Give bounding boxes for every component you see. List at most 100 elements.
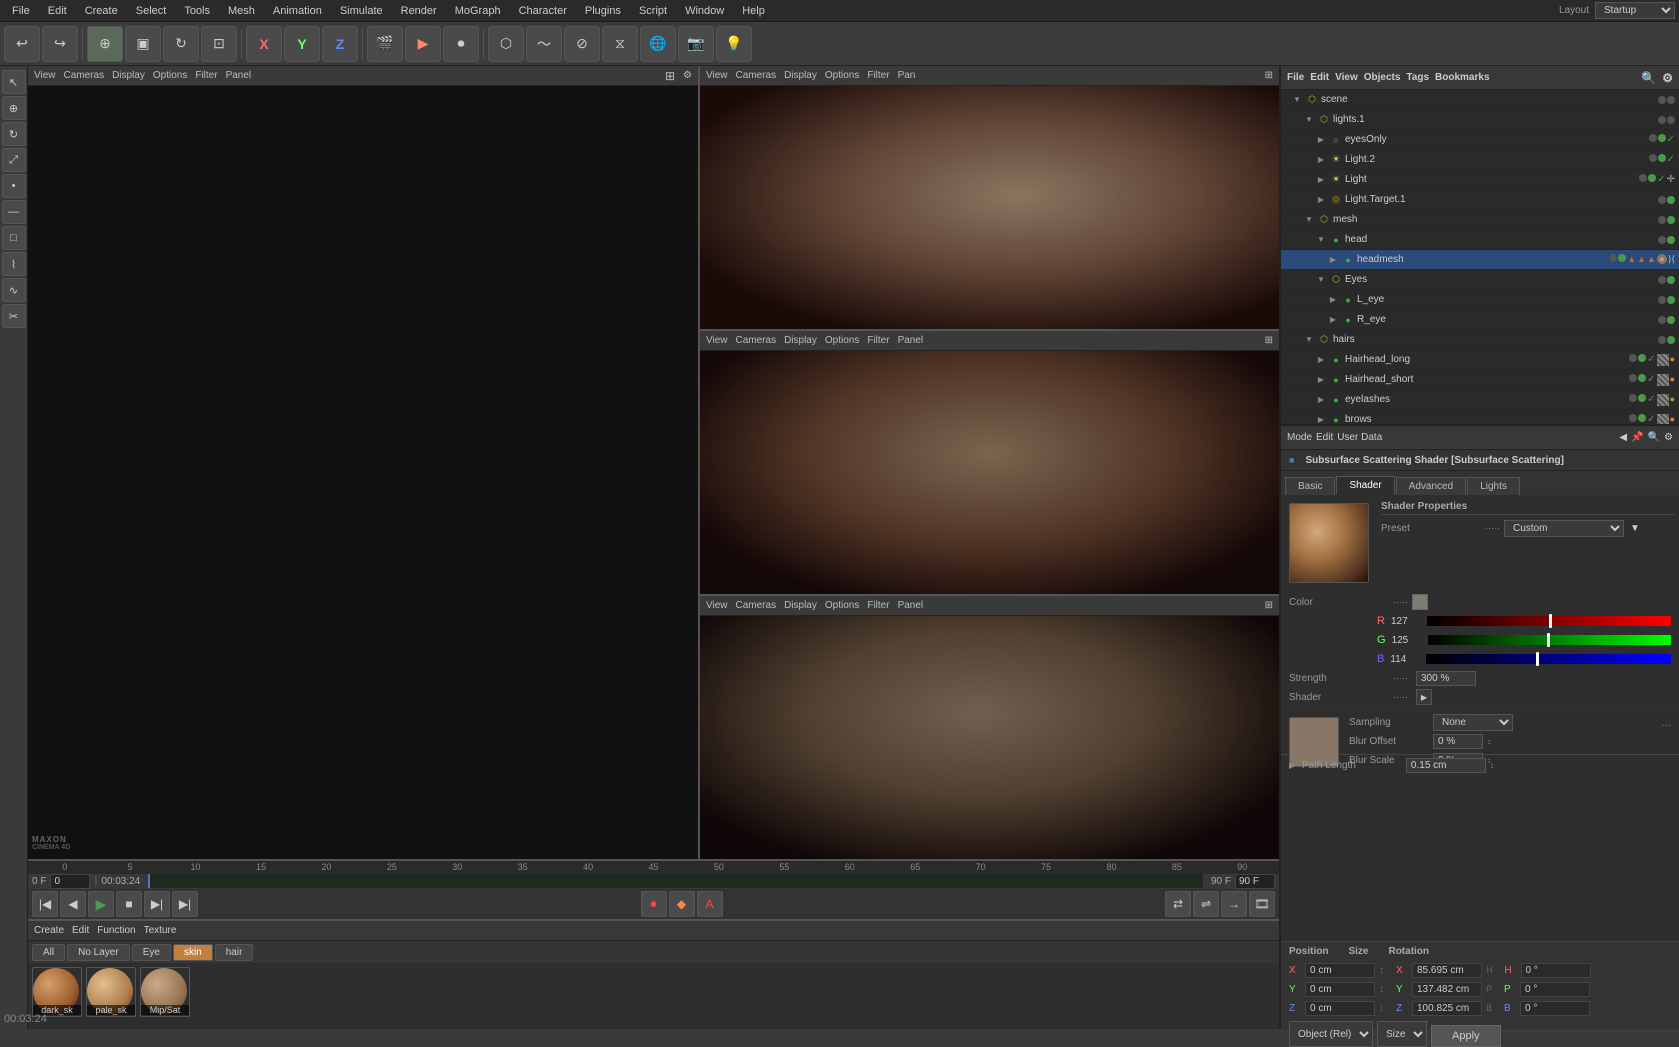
mat-tab-nolayer[interactable]: No Layer <box>67 944 130 961</box>
userdata-tab[interactable]: User Data <box>1337 432 1382 443</box>
check-l2[interactable]: ✓ <box>1667 154 1675 165</box>
vis-le-1[interactable] <box>1658 296 1666 304</box>
layout-dropdown[interactable]: Startup <box>1595 2 1675 19</box>
vis-lt-2[interactable] <box>1648 174 1656 182</box>
tool-sculpt[interactable]: ⌇ <box>2 252 26 276</box>
vis-hairs-2[interactable] <box>1667 336 1675 344</box>
keyframe-btn[interactable]: ◆ <box>669 891 695 917</box>
tree-item-light2[interactable]: ▶ ☀ Light.2 ✓ <box>1281 150 1679 170</box>
vpmr-maximize[interactable]: ⊞ <box>1265 335 1273 346</box>
x-axis-btn[interactable]: X <box>246 26 282 62</box>
vis-ltt-2[interactable] <box>1667 196 1675 204</box>
undo-btn[interactable]: ↩ <box>4 26 40 62</box>
vpbr-filter[interactable]: Filter <box>867 600 889 611</box>
tree-item-lighttarget[interactable]: ▶ ◎ Light.Target.1 <box>1281 190 1679 210</box>
timeline-bar[interactable]: 0 F | 00:03:24 90 F <box>28 874 1279 890</box>
expand-brows[interactable]: ▶ <box>1315 414 1327 425</box>
edit-tab[interactable]: Edit <box>1316 432 1333 443</box>
vpbr-view[interactable]: View <box>706 600 728 611</box>
main-viewport[interactable]: View Cameras Display Options Filter Pane… <box>28 66 700 859</box>
vis-lt-1[interactable] <box>1639 174 1647 182</box>
mat-icon-3[interactable]: ▲ <box>1647 254 1656 265</box>
tab-lights[interactable]: Lights <box>1467 477 1520 495</box>
vpbr-display[interactable]: Display <box>784 600 817 611</box>
expand-leye[interactable]: ▶ <box>1327 294 1339 306</box>
vis-dot-2[interactable] <box>1667 96 1675 104</box>
menu-item-plugins[interactable]: Plugins <box>577 3 629 19</box>
once-btn[interactable]: → <box>1221 891 1247 917</box>
tool-select[interactable]: ↖ <box>2 70 26 94</box>
vis-eyes-2[interactable] <box>1667 276 1675 284</box>
move-tool[interactable]: ⊕ <box>87 26 123 62</box>
mat-tab-hair[interactable]: hair <box>215 944 254 961</box>
tab-advanced[interactable]: Advanced <box>1396 477 1466 495</box>
vptr-cameras[interactable]: Cameras <box>736 70 777 81</box>
r-slider[interactable] <box>1427 616 1671 626</box>
viewport-mr-canvas[interactable] <box>700 351 1279 594</box>
vis-le-2[interactable] <box>1667 296 1675 304</box>
go-start-btn[interactable]: |◀ <box>32 891 58 917</box>
menu-item-create[interactable]: Create <box>77 3 126 19</box>
vp-view[interactable]: View <box>34 70 56 81</box>
deform-btn[interactable]: ⧖ <box>602 26 638 62</box>
tool-knife[interactable]: ✂ <box>2 304 26 328</box>
vpbr-options[interactable]: Options <box>825 600 859 611</box>
vis-l2-1[interactable] <box>1649 154 1657 162</box>
spline-btn[interactable]: 〜 <box>526 26 562 62</box>
mat-tab-eye[interactable]: Eye <box>132 944 171 961</box>
frame-input[interactable] <box>50 874 90 889</box>
menu-item-tools[interactable]: Tools <box>176 3 218 19</box>
tree-item-lights1[interactable]: ▼ ⬡ lights.1 <box>1281 110 1679 130</box>
coord-mode-dropdown[interactable]: Object (Rel) <box>1289 1021 1373 1047</box>
menu-item-select[interactable]: Select <box>128 3 175 19</box>
vptr-maximize[interactable]: ⊞ <box>1265 70 1273 81</box>
b-thumb[interactable] <box>1536 652 1539 666</box>
path-stepper[interactable]: ↕ <box>1490 761 1494 770</box>
menu-item-simulate[interactable]: Simulate <box>332 3 391 19</box>
vp-maximize[interactable]: ⊞ <box>665 69 675 83</box>
render-btn[interactable]: ▶ <box>405 26 441 62</box>
scene-menu-file[interactable]: File <box>1287 72 1304 83</box>
tool-edges[interactable]: — <box>2 200 26 224</box>
vp-options[interactable]: Options <box>153 70 187 81</box>
expand-eyes[interactable]: ▼ <box>1315 274 1327 286</box>
scene-menu-objects[interactable]: Objects <box>1364 72 1401 83</box>
vis-re-1[interactable] <box>1658 316 1666 324</box>
menu-item-help[interactable]: Help <box>734 3 773 19</box>
rotate-tool[interactable]: ↻ <box>163 26 199 62</box>
vp-settings[interactable]: ⚙ <box>683 70 692 81</box>
vis-hs-1[interactable] <box>1629 374 1637 382</box>
vis-head-1[interactable] <box>1658 236 1666 244</box>
tree-item-mesh[interactable]: ▼ ⬡ mesh <box>1281 210 1679 230</box>
x-rot[interactable] <box>1521 963 1591 978</box>
vpmr-display[interactable]: Display <box>784 335 817 346</box>
tree-item-eyelashes[interactable]: ▶ ● eyelashes ✓ ● <box>1281 390 1679 410</box>
check-br[interactable]: ✓ <box>1647 414 1655 425</box>
menu-item-edit[interactable]: Edit <box>40 3 75 19</box>
size-mode-dropdown[interactable]: Size <box>1377 1021 1427 1047</box>
vis-dot-l2[interactable] <box>1667 116 1675 124</box>
vis-dot-l1[interactable] <box>1658 116 1666 124</box>
y-size[interactable] <box>1412 982 1482 997</box>
cube-btn[interactable]: ⬡ <box>488 26 524 62</box>
expand-hairshort[interactable]: ▶ <box>1315 374 1327 386</box>
vis-br-1[interactable] <box>1629 414 1637 422</box>
mode-tab[interactable]: Mode <box>1287 432 1312 443</box>
vis-hairs-1[interactable] <box>1658 336 1666 344</box>
g-slider[interactable] <box>1428 635 1671 645</box>
select-rect-tool[interactable]: ▣ <box>125 26 161 62</box>
vis-eo-2[interactable] <box>1658 134 1666 142</box>
vis-ltt-1[interactable] <box>1658 196 1666 204</box>
shader-expand-btn[interactable]: ▶ <box>1416 689 1432 705</box>
color-swatch[interactable] <box>1412 594 1428 610</box>
expand-lights1[interactable]: ▼ <box>1303 114 1315 126</box>
hair-color-1[interactable]: ● <box>1670 354 1675 366</box>
render-active-btn[interactable]: ⏺ <box>443 26 479 62</box>
viewport-middle-right[interactable]: View Cameras Display Options Filter Pane… <box>700 331 1279 596</box>
tool-scale[interactable]: ⤢ <box>2 148 26 172</box>
y-rot[interactable] <box>1520 982 1590 997</box>
vptr-view[interactable]: View <box>706 70 728 81</box>
pingpong-btn[interactable]: ⇌ <box>1193 891 1219 917</box>
shader-preview[interactable] <box>1289 503 1369 583</box>
mat-swatch-mip[interactable]: Mip/Sat <box>140 967 190 1017</box>
